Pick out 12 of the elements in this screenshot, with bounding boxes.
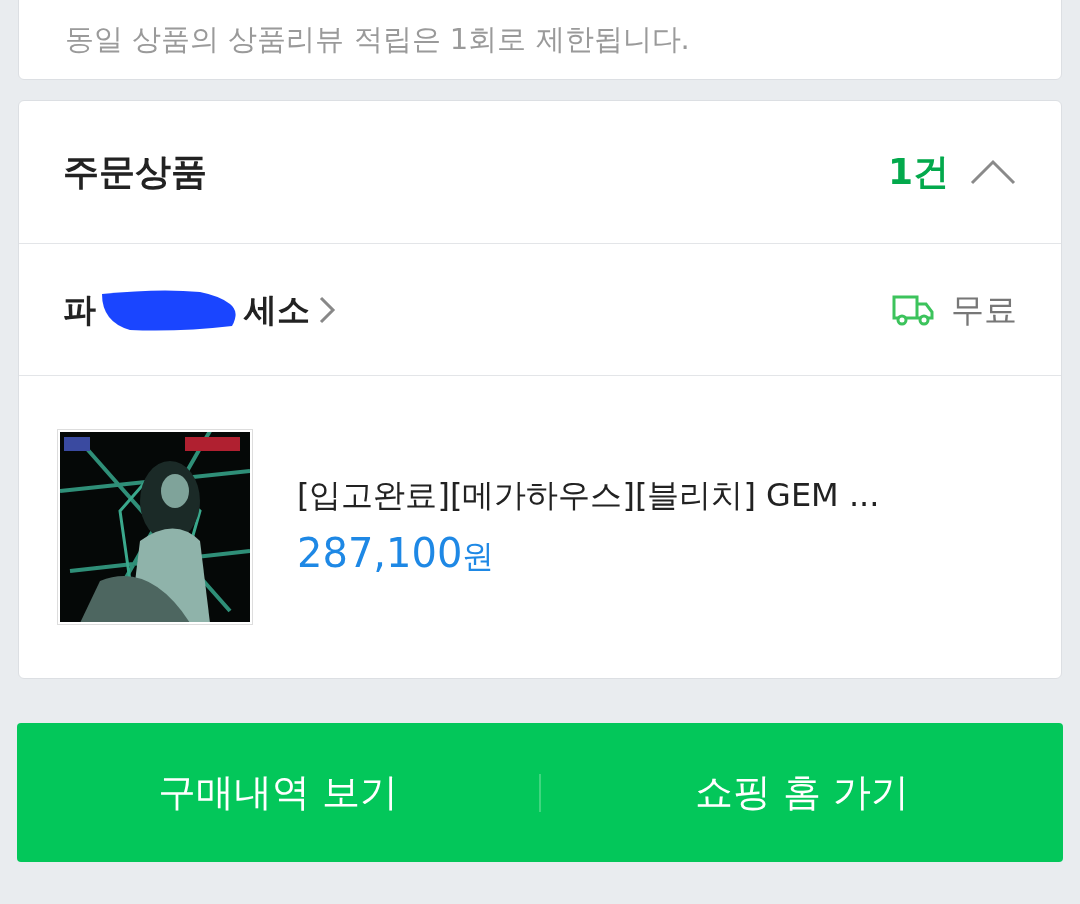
section-title: 주문상품: [63, 150, 208, 194]
action-button[interactable]: 구매내역 보기: [17, 723, 539, 862]
chevron-right-icon: [318, 294, 336, 325]
product-price: 287,100원: [297, 529, 496, 578]
notice-text: 동일 상품의 상품리뷰 적립은 1회로 제한됩니다.: [65, 21, 690, 59]
seller-link[interactable]: 파 세소: [63, 284, 336, 335]
item-count: 1건: [887, 150, 949, 194]
chevron-up-icon: [970, 159, 1016, 185]
action-button[interactable]: 쇼핑 홈 가기: [541, 723, 1063, 862]
shipping-fee: 무료: [951, 288, 1017, 331]
collapse-toggle[interactable]: [969, 157, 1017, 187]
product-name: [입고완료][메가하우스][블리치] GEM ...: [297, 475, 880, 516]
